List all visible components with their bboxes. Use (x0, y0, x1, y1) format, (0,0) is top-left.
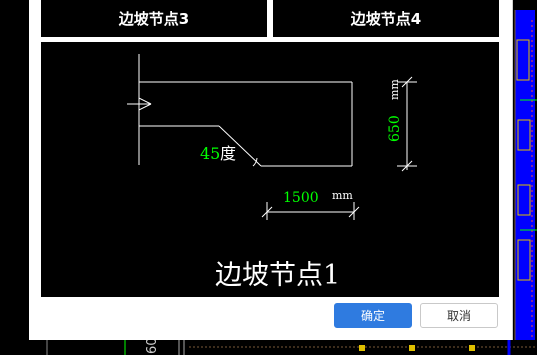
confirm-button[interactable]: 确定 (334, 303, 412, 328)
cad-drawing-right (512, 0, 537, 355)
cancel-button-label: 取消 (446, 309, 471, 323)
confirm-button-label: 确定 (360, 309, 385, 323)
tab-slope-node-3[interactable]: 边坡节点3 (41, 0, 267, 37)
cad-drawing-bottom: 60 (29, 340, 537, 355)
tab-slope-node-4[interactable]: 边坡节点4 (273, 0, 499, 37)
tab-slope-node-3-label: 边坡节点3 (118, 10, 190, 28)
height-unit: mm (388, 79, 401, 100)
slope-node-1-preview[interactable]: 45 度 650 mm 1500 mm 边坡节点1 (41, 42, 499, 297)
cancel-button[interactable]: 取消 (420, 303, 498, 328)
width-value: 1500 (283, 190, 319, 206)
tab-slope-node-4-label: 边坡节点4 (350, 10, 422, 28)
preview-caption: 边坡节点1 (215, 260, 340, 291)
angle-value: 45 (200, 144, 220, 163)
height-value: 650 (387, 115, 403, 142)
width-unit: mm (332, 189, 353, 202)
angle-unit: 度 (220, 144, 236, 163)
slope-node-diagram: 45 度 650 mm 1500 mm 边坡节点1 (127, 54, 417, 291)
bottom-dimension-text: 60 (145, 340, 160, 354)
